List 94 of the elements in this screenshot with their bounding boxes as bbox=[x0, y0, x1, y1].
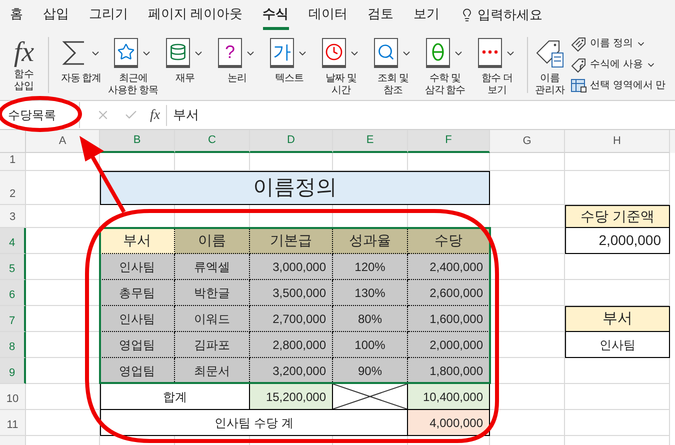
sheet-title-cell: 이름정의 bbox=[100, 171, 490, 205]
row-header[interactable]: 9 bbox=[0, 358, 26, 384]
table-cell: 1,600,000 bbox=[408, 306, 490, 332]
column-header[interactable]: B bbox=[100, 130, 175, 153]
column-header[interactable]: G bbox=[490, 130, 565, 153]
table-cell: 이워드 bbox=[175, 306, 250, 332]
function-category-button[interactable]: 최근에 사용한 항목 bbox=[107, 37, 159, 97]
ribbon-tab[interactable]: 홈 bbox=[10, 0, 23, 30]
row-header[interactable]: 1 bbox=[0, 153, 26, 171]
lookup-label-cell: 부서 bbox=[565, 306, 670, 332]
clock-book-icon bbox=[322, 38, 346, 68]
insert-function-button[interactable]: fx 함수 삽입 bbox=[6, 37, 42, 93]
function-category-button[interactable]: 날짜 및 시간 bbox=[315, 37, 367, 97]
ribbon-tab[interactable]: 검토 bbox=[368, 0, 394, 30]
ribbon-tab[interactable]: 보기 bbox=[414, 0, 440, 30]
formula-input[interactable]: 부서 bbox=[173, 105, 675, 125]
table-cell: 90% bbox=[333, 358, 408, 384]
table-cell: 100% bbox=[333, 332, 408, 358]
table-cell: 80% bbox=[333, 306, 408, 332]
ribbon-tab[interactable]: 그리기 bbox=[89, 0, 128, 30]
name-command-button[interactable]: 선택 영역에서 만 bbox=[571, 77, 666, 94]
function-category-button[interactable]: 가 텍스트 bbox=[263, 37, 315, 97]
function-category-button[interactable]: ? 논리 bbox=[211, 37, 263, 97]
insert-function-label[interactable]: fx bbox=[150, 104, 168, 126]
row-header[interactable]: 4 bbox=[0, 228, 26, 254]
row-header[interactable]: 10 bbox=[0, 384, 26, 410]
table-header-cell: 수당 bbox=[408, 228, 490, 254]
database-book-icon bbox=[166, 38, 190, 68]
dept-total-label-cell: 인사팀 수당 계 bbox=[100, 410, 408, 436]
table-cell: 김파포 bbox=[175, 332, 250, 358]
table-cell: 2,400,000 bbox=[408, 254, 490, 280]
table-cell: 최문서 bbox=[175, 358, 250, 384]
table-tag-icon bbox=[571, 78, 587, 92]
icon-glyph: 가 bbox=[273, 43, 291, 61]
row-header[interactable]: 3 bbox=[0, 205, 26, 228]
table-cell: 120% bbox=[333, 254, 408, 280]
table-cell: 2,800,000 bbox=[250, 332, 333, 358]
table-cell: 130% bbox=[333, 280, 408, 306]
table-header-cell: 성과율 bbox=[333, 228, 408, 254]
column-header[interactable]: E bbox=[333, 130, 408, 153]
column-header[interactable]: D bbox=[250, 130, 333, 153]
ribbon-tab[interactable]: 데이터 bbox=[308, 0, 348, 30]
function-category-button[interactable]: 자동 합계 bbox=[55, 37, 107, 97]
row-header[interactable]: 11 bbox=[0, 410, 26, 436]
tag-formula-icon bbox=[571, 56, 587, 72]
search-book-icon bbox=[374, 38, 398, 68]
table-cell: 2,000,000 bbox=[408, 332, 490, 358]
function-category-button[interactable]: 함수 더 보기 bbox=[471, 37, 523, 97]
table-header-cell: 이름 bbox=[175, 228, 250, 254]
name-command-button[interactable]: 이름 정의 bbox=[571, 35, 646, 52]
row-header[interactable]: 2 bbox=[0, 171, 26, 205]
criteria-label-cell: 수당 기준액 bbox=[565, 205, 670, 228]
table-cell: 3,500,000 bbox=[250, 280, 333, 306]
function-category-button[interactable]: 조회 및 참조 bbox=[367, 37, 419, 97]
criteria-value-cell: 2,000,000 bbox=[565, 228, 670, 254]
name-manager-button[interactable]: 이름 관리자 bbox=[532, 37, 568, 97]
lookup-value-cell: 인사팀 bbox=[565, 332, 670, 358]
total-allowance-cell: 10,400,000 bbox=[408, 384, 490, 410]
column-header[interactable]: H bbox=[565, 130, 670, 153]
tag-icon bbox=[571, 36, 587, 52]
row-header[interactable]: 7 bbox=[0, 306, 26, 332]
table-header-cell: 기본급 bbox=[250, 228, 333, 254]
star-book-icon bbox=[114, 38, 138, 68]
table-cell: 2,700,000 bbox=[250, 306, 333, 332]
table-cell: 3,000,000 bbox=[250, 254, 333, 280]
function-category-button[interactable]: 재무 bbox=[159, 37, 211, 97]
theta-book-icon bbox=[426, 38, 450, 68]
name-command-button[interactable]: 수식에 사용 bbox=[571, 56, 656, 73]
row-header[interactable]: 8 bbox=[0, 332, 26, 358]
table-cell: 3,200,000 bbox=[250, 358, 333, 384]
table-cell: 박한글 bbox=[175, 280, 250, 306]
total-base-cell: 15,200,000 bbox=[250, 384, 333, 410]
name-box[interactable]: 수당목록 bbox=[0, 102, 80, 128]
table-cell: 영업팀 bbox=[100, 332, 175, 358]
ribbon-tab[interactable]: 삽입 bbox=[43, 0, 69, 30]
table-cell: 1,800,000 bbox=[408, 358, 490, 384]
column-header[interactable]: C bbox=[175, 130, 250, 153]
table-cell: 인사팀 bbox=[100, 306, 175, 332]
table-cell: 인사팀 bbox=[100, 254, 175, 280]
table-header-cell: 부서 bbox=[100, 228, 175, 254]
cancel-icon[interactable] bbox=[96, 108, 110, 122]
dept-total-value-cell: 4,000,000 bbox=[408, 410, 490, 436]
row-header[interactable]: 6 bbox=[0, 280, 26, 306]
dots-book-icon bbox=[478, 38, 502, 68]
ribbon-tab[interactable]: 페이지 레이아웃 bbox=[148, 0, 243, 30]
function-category-button[interactable]: 수학 및 삼각 함수 bbox=[419, 37, 471, 97]
tell-me-field[interactable]: 입력하세요 bbox=[478, 5, 543, 25]
table-cell: 영업팀 bbox=[100, 358, 175, 384]
row-header[interactable]: 5 bbox=[0, 254, 26, 280]
column-header[interactable]: F bbox=[408, 130, 490, 153]
table-cell: 총무팀 bbox=[100, 280, 175, 306]
table-cell: 류엑셀 bbox=[175, 254, 250, 280]
table-cell: 2,600,000 bbox=[408, 280, 490, 306]
icon-glyph: ? bbox=[224, 43, 235, 61]
